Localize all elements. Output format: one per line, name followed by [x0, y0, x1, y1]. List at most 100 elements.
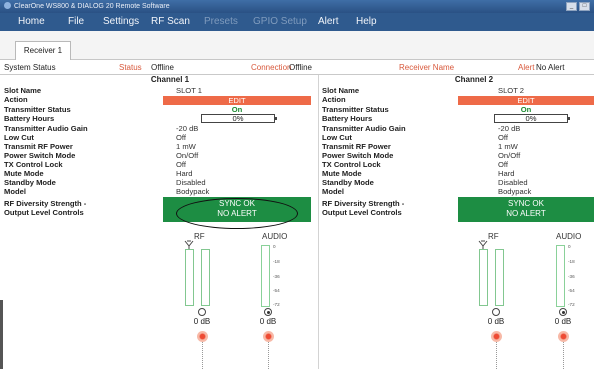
ch2-row-model: Model Bodypack	[322, 187, 594, 196]
ch2-rf-meter-b	[495, 249, 504, 306]
ch2-model-label: Model	[322, 187, 344, 196]
ch1-row-power-switch: Power Switch Mode On/Off	[4, 151, 314, 160]
ch1-row-rf-power: Transmit RF Power 1 mW	[4, 142, 314, 151]
menu-gpio-setup[interactable]: GPIO Setup	[253, 13, 307, 31]
window-controls: _ □	[566, 2, 590, 11]
ch2-tick-0: 0	[568, 244, 571, 249]
ch1-tx-status-value: On	[231, 105, 243, 114]
ch2-edit-button[interactable]: EDIT	[458, 96, 594, 105]
ch1-rf-diversity-text-2: Output Level Controls	[4, 208, 84, 217]
ch1-rf-meter-a	[185, 249, 194, 306]
ch1-rf-smile-icon	[198, 308, 206, 316]
ch2-audio-label: AUDIO	[556, 232, 582, 241]
ch2-tick-18: -18	[568, 259, 575, 264]
ch2-slot-name-value: SLOT 2	[498, 86, 525, 95]
ch2-audio-fader-knob[interactable]	[558, 331, 569, 342]
ch1-rf-fader-knob[interactable]	[197, 331, 208, 342]
ch1-battery-indicator: 0%	[201, 114, 277, 123]
ch1-rf-meter-b	[201, 249, 210, 306]
ch2-row-slot-name: Slot Name SLOT 2	[322, 86, 594, 95]
ch2-low-cut-label: Low Cut	[322, 133, 352, 142]
ch1-audio-indicator-icon	[264, 308, 272, 316]
ch2-rf-power-value: 1 mW	[498, 142, 518, 151]
ch2-battery-label: Battery Hours	[322, 114, 373, 123]
menu-rf-scan[interactable]: RF Scan	[151, 13, 190, 31]
ch1-tick-0: 0	[273, 244, 276, 249]
ch1-tick-54: -54	[273, 288, 280, 293]
ch2-audio-indicator-icon	[559, 308, 567, 316]
ch1-row-tx-lock: TX Control Lock Off	[4, 160, 314, 169]
ch2-row-gain: Transmitter Audio Gain -20 dB	[322, 124, 594, 133]
app-logo-icon	[4, 2, 11, 9]
ch1-model-value: Bodypack	[176, 187, 210, 196]
menu-presets[interactable]: Presets	[204, 13, 238, 31]
receiver-name-label: Receiver Name	[399, 63, 455, 72]
ch2-slot-name-label: Slot Name	[322, 86, 360, 95]
ch2-rf-label: RF	[488, 232, 499, 241]
ch1-row-model: Model Bodypack	[4, 187, 314, 196]
ch1-row-mute-mode: Mute Mode Hard	[4, 169, 314, 178]
ch1-rf-diversity-label-1: RF Diversity Strength -	[4, 199, 154, 208]
ch2-tx-lock-value: Off	[498, 160, 508, 169]
ch1-row-slot-name: Slot Name SLOT 1	[4, 86, 314, 95]
ch2-row-rf-power: Transmit RF Power 1 mW	[322, 142, 594, 151]
ch1-slot-name-value: SLOT 1	[176, 86, 203, 95]
ch1-battery-label: Battery Hours	[4, 114, 55, 123]
ch1-row-low-cut: Low Cut Off	[4, 133, 314, 142]
ch1-rf-diversity-text-1: RF Diversity Strength -	[4, 199, 87, 208]
ch1-tx-status-label: Transmitter Status	[4, 105, 71, 114]
ch2-rf-fader-knob[interactable]	[491, 331, 502, 342]
channel-1-title: Channel 1	[150, 75, 190, 84]
ch2-sync-ok-text: SYNC OK	[507, 199, 544, 208]
ch2-rf-diversity-text-2: Output Level Controls	[322, 208, 402, 217]
ch1-row-gain: Transmitter Audio Gain -20 dB	[4, 124, 314, 133]
ch1-gain-label: Transmitter Audio Gain	[4, 124, 88, 133]
ch2-tx-status-label: Transmitter Status	[322, 105, 389, 114]
menu-file[interactable]: File	[68, 13, 84, 31]
ch1-rf-db-value: 0 dB	[193, 317, 211, 326]
ch2-power-switch-value: On/Off	[498, 151, 521, 160]
window-left-edge	[0, 300, 3, 369]
ch2-tick-54: -54	[568, 288, 575, 293]
ch1-rf-power-value: 1 mW	[176, 142, 196, 151]
minimize-button[interactable]: _	[566, 2, 577, 11]
tab-receiver-1[interactable]: Receiver 1	[15, 41, 71, 60]
menu-alert[interactable]: Alert	[318, 13, 339, 31]
menu-help[interactable]: Help	[356, 13, 377, 31]
ch1-audio-label: AUDIO	[262, 232, 288, 241]
ch1-action-label: Action	[4, 95, 28, 104]
ch2-standby-mode-value: Disabled	[498, 178, 528, 187]
window-title: ClearOne WS800 & DIALOG 20 Remote Softwa…	[14, 3, 170, 10]
ch1-edit-button[interactable]: EDIT	[163, 96, 311, 105]
ch2-sync-status-box: SYNC OK NO ALERT	[458, 197, 594, 222]
maximize-button[interactable]: □	[579, 2, 590, 11]
ch1-gain-value: -20 dB	[176, 124, 199, 133]
ch2-rf-diversity-label-2: Output Level Controls	[322, 208, 458, 217]
ch1-low-cut-value: Off	[176, 133, 186, 142]
ch1-row-standby-mode: Standby Mode Disabled	[4, 178, 314, 187]
ch2-mute-mode-label: Mute Mode	[322, 169, 362, 178]
ch1-audio-fader-knob[interactable]	[263, 331, 274, 342]
channel-divider	[318, 75, 319, 369]
ch1-battery-tip-icon	[275, 117, 277, 120]
ch2-audio-meter	[556, 245, 565, 307]
ch1-rf-label: RF	[194, 232, 205, 241]
connection-label: Connection	[251, 63, 292, 72]
ch2-standby-mode-label: Standby Mode	[322, 178, 374, 187]
menu-home[interactable]: Home	[18, 13, 45, 31]
ch1-model-label: Model	[4, 187, 26, 196]
ch1-low-cut-label: Low Cut	[4, 133, 34, 142]
ch2-row-standby-mode: Standby Mode Disabled	[322, 178, 594, 187]
alert-value: No Alert	[536, 63, 565, 72]
system-status-label: System Status	[4, 63, 56, 72]
title-bar: ClearOne WS800 & DIALOG 20 Remote Softwa…	[0, 0, 594, 13]
ch2-tx-lock-label: TX Control Lock	[322, 160, 381, 169]
ch1-tick-36: -36	[273, 274, 280, 279]
ch2-row-low-cut: Low Cut Off	[322, 133, 594, 142]
menu-settings[interactable]: Settings	[103, 13, 139, 31]
ch2-power-switch-label: Power Switch Mode	[322, 151, 394, 160]
status-label: Status	[119, 63, 142, 72]
ch2-battery-value: 0%	[525, 114, 537, 123]
ch1-power-switch-label: Power Switch Mode	[4, 151, 76, 160]
ch1-audio-meter	[261, 245, 270, 307]
